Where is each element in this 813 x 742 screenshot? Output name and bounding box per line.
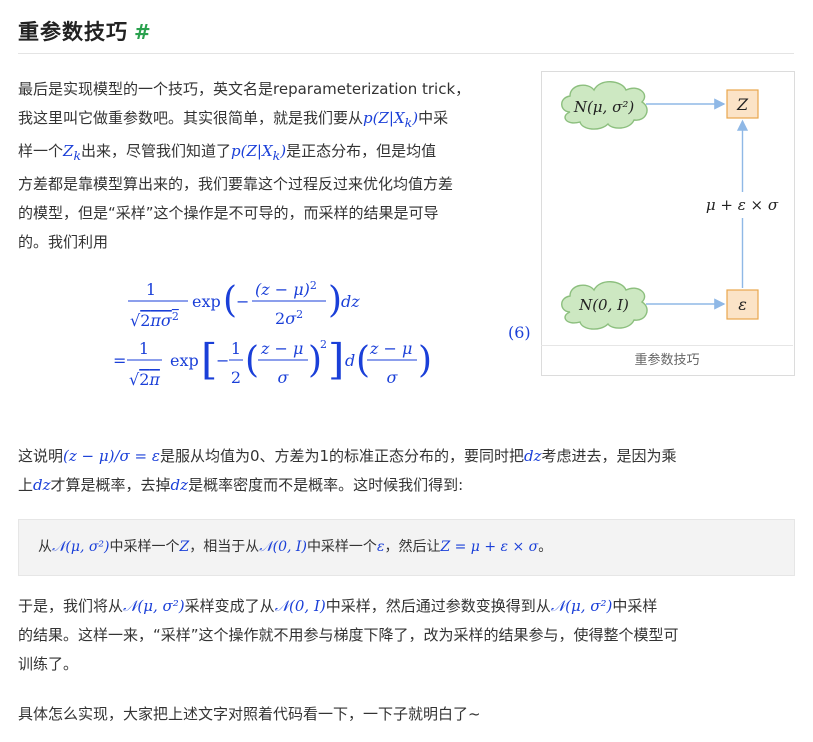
- svg-text:z − μ: z − μ: [260, 339, 303, 358]
- intro-line-2: 我这里叫它做重参数吧。其实很简单，就是我们要从p(Z|Xk)中采: [18, 109, 449, 130]
- reparameterization-diagram: N(μ, σ²) Z N(0, I) ε μ + ε × σ: [561, 81, 784, 330]
- eq2-denominator: √2π: [129, 370, 160, 389]
- math-normal-mu-sigma-b: 𝒩(μ, σ²): [550, 597, 613, 615]
- final-paragraph: 具体怎么实现，大家把上述文字对照着代码看一下，一下子就明白了~: [18, 705, 481, 723]
- eq1-denominator: √2πσ2: [130, 310, 179, 330]
- figure-box: N(μ, σ²) Z N(0, I) ε μ + ε × σ: [541, 71, 795, 376]
- section-title: 重参数技巧 #: [18, 16, 152, 46]
- explanation-line-1: 这说明(z − μ)/σ = ε是服从均值为0、方差为1的标准正态分布的，要同时…: [18, 447, 677, 465]
- blockquote-text: 从𝒩(μ, σ²)中采样一个Z，相当于从𝒩(0, I)中采样一个ε，然后让Z =…: [38, 539, 553, 555]
- math-p-z-given-xk: p(Z|Xk): [363, 109, 419, 130]
- conclusion-paragraph: 于是，我们将从𝒩(μ, σ²)采样变成了从𝒩(0, I)中采样，然后通过参数变换…: [18, 592, 798, 679]
- svg-text:=: =: [113, 351, 126, 370]
- svg-text:(: (: [223, 280, 237, 321]
- edge-label: μ + ε × σ: [706, 196, 779, 214]
- svg-text:): ): [328, 280, 342, 321]
- svg-text:1: 1: [139, 339, 149, 358]
- svg-text:−: −: [236, 292, 249, 311]
- equation-number: (6): [508, 323, 531, 342]
- svg-text:−: −: [216, 351, 229, 370]
- explanation-paragraph: 这说明(z − μ)/σ = ε是服从均值为0、方差为1的标准正态分布的，要同时…: [18, 442, 798, 500]
- epsilon-node-label: ε: [738, 295, 747, 314]
- conclusion-line-3: 训练了。: [18, 655, 79, 673]
- conclusion-line-1: 于是，我们将从𝒩(μ, σ²)采样变成了从𝒩(0, I)中采样，然后通过参数变换…: [18, 597, 658, 615]
- bottom-cloud-label: N(0, I): [578, 296, 629, 314]
- intro-line-4: 方差都是靠模型算出来的，我们要靠这个过程反过来优化均值方差: [18, 175, 454, 193]
- math-normal-0-i-a: 𝒩(0, I): [274, 597, 326, 615]
- math-p-z-given-xk-2: p(Z|Xk): [231, 142, 287, 163]
- svg-text:[: [: [201, 335, 217, 384]
- intro-line-3: 样一个Zk出来，尽管我们知道了p(Z|Xk)是正态分布，但是均值: [18, 142, 437, 163]
- eq1-inner-num: (z − μ)2: [255, 279, 317, 299]
- svg-text:σ: σ: [387, 368, 399, 387]
- anchor-link[interactable]: #: [134, 20, 152, 44]
- math-normal-mu-sigma: 𝒩(μ, σ²): [52, 539, 110, 555]
- math-standardization: (z − μ)/σ = ε: [63, 447, 160, 465]
- section-title-text: 重参数技巧: [18, 20, 128, 44]
- figure-caption: 重参数技巧: [541, 345, 793, 375]
- math-zk: Zk: [63, 142, 82, 163]
- top-cloud-label: N(μ, σ²): [573, 98, 635, 116]
- svg-text:z − μ: z − μ: [369, 339, 412, 358]
- eq1-exp: exp: [192, 292, 221, 311]
- intro-line-6: 的。我们利用: [18, 233, 109, 251]
- explanation-line-2: 上dz才算是概率，去掉dz是概率密度而不是概率。这时候我们得到:: [18, 476, 464, 494]
- svg-text:exp: exp: [170, 351, 199, 370]
- math-z-equation: Z = μ + ε × σ: [440, 539, 539, 555]
- svg-text:d: d: [345, 351, 355, 370]
- conclusion-line-2: 的结果。这样一来，“采样”这个操作就不用参与梯度下降了，改为采样的结果参与，使得…: [18, 626, 679, 644]
- svg-text:(: (: [245, 340, 259, 381]
- svg-text:]: ]: [328, 335, 344, 384]
- intro-paragraph: 最后是实现模型的一个技巧，英文名是reparameterization tric…: [18, 75, 538, 257]
- intro-line-5: 的模型，但是“采样”这个操作是不可导的，而采样的结果是可导: [18, 204, 439, 222]
- svg-text:2: 2: [320, 338, 327, 351]
- svg-text:dz: dz: [341, 292, 360, 311]
- equation-6: 1 √2πσ2 exp ( − (z − μ)2 2σ2 ) dz = 1 √2…: [113, 279, 432, 389]
- svg-text:1: 1: [231, 339, 241, 358]
- math-dz-2: dz: [33, 476, 51, 494]
- math-normal-mu-sigma-a: 𝒩(μ, σ²): [123, 597, 185, 615]
- svg-text:σ: σ: [278, 368, 290, 387]
- math-dz-3: dz: [170, 476, 189, 494]
- svg-text:2: 2: [231, 368, 241, 387]
- math-z: Z: [179, 539, 190, 555]
- eq1-inner-den: 2σ2: [275, 308, 303, 328]
- math-dz: dz: [524, 447, 542, 465]
- eq1-numerator: 1: [146, 280, 156, 299]
- title-divider: [18, 53, 794, 54]
- svg-text:): ): [418, 340, 432, 381]
- intro-line-1: 最后是实现模型的一个技巧，英文名是reparameterization tric…: [18, 80, 471, 98]
- z-node-label: Z: [736, 95, 749, 114]
- math-normal-0-i: 𝒩(0, I): [259, 539, 307, 555]
